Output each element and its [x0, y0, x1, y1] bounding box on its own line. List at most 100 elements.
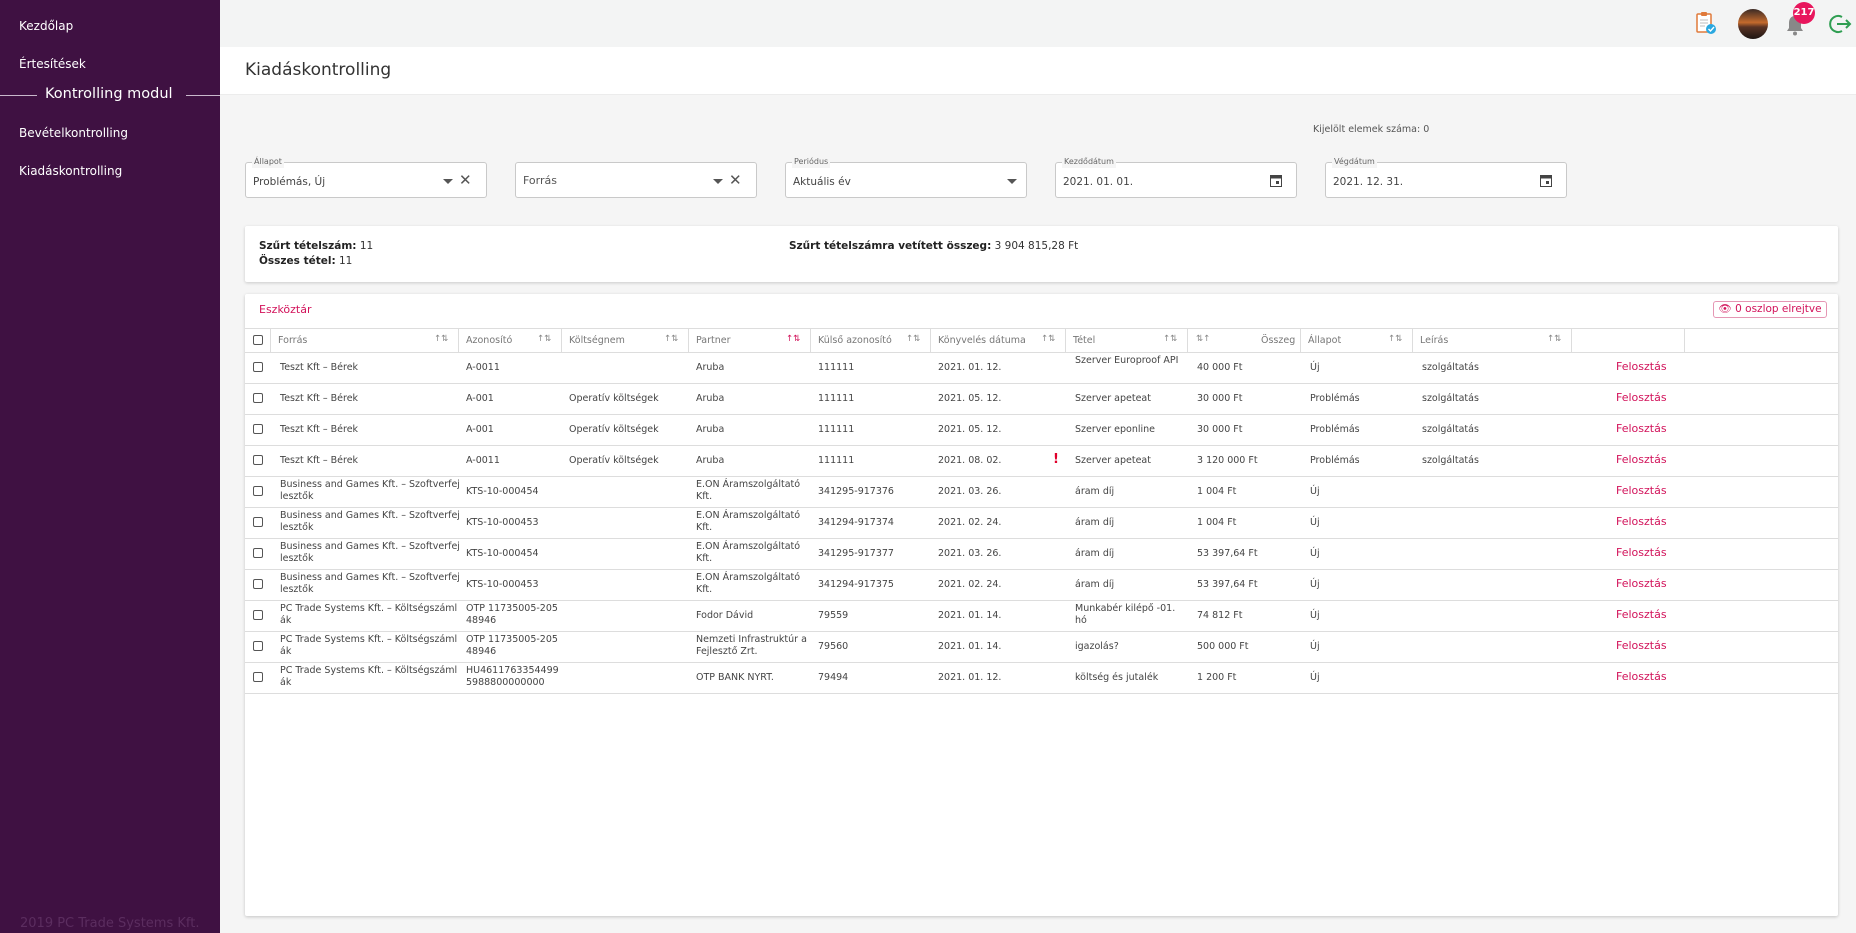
- user-avatar[interactable]: [1738, 9, 1768, 42]
- toolbar-button[interactable]: Eszköztár: [259, 303, 312, 316]
- table-row[interactable]: Business and Games Kft. – Szoftverfejles…: [245, 569, 1838, 601]
- clear-icon[interactable]: ✕: [729, 171, 742, 189]
- calendar-icon[interactable]: [1270, 174, 1282, 190]
- column-header-tetel[interactable]: Tétel ↑⇅: [1066, 329, 1188, 352]
- vegdatum-field[interactable]: Végdátum 2021. 12. 31.: [1325, 156, 1567, 198]
- sidebar-item-ertesitesek[interactable]: Értesítések: [19, 57, 86, 71]
- allapot-select[interactable]: Állapot Problémás, Új ✕: [245, 156, 487, 198]
- table-row[interactable]: PC Trade Systems Kft. – Költségszámlák OT…: [245, 600, 1838, 632]
- sort-icon[interactable]: ↑⇅: [1388, 334, 1402, 344]
- cell-tetel: Szerver apeteat: [1075, 393, 1151, 404]
- cell-allapot: Új: [1310, 672, 1320, 683]
- sidebar-item-bevetelkontrolling[interactable]: Bevételkontrolling: [19, 126, 128, 140]
- row-checkbox[interactable]: [253, 455, 263, 465]
- column-header-leiras[interactable]: Leírás ↑⇅: [1413, 329, 1572, 352]
- column-label: Tétel: [1073, 335, 1096, 346]
- row-checkbox[interactable]: [253, 579, 263, 589]
- table-row[interactable]: Teszt Kft – Bérek A-0011 Aruba 111111 2021. …: [245, 352, 1838, 384]
- chevron-down-icon[interactable]: [443, 179, 453, 184]
- cell-partner: Aruba: [696, 393, 725, 404]
- logout-icon[interactable]: [1828, 13, 1852, 38]
- total-count-label: Összes tétel:: [259, 255, 336, 267]
- sidebar-item-kiadaskontrolling[interactable]: Kiadáskontrolling: [19, 164, 122, 178]
- table-row[interactable]: Teszt Kft – Bérek A-001 Operatív költségek…: [245, 414, 1838, 446]
- cell-partner: OTP BANK NYRT.: [696, 672, 774, 683]
- sort-icon[interactable]: ↑⇅: [1041, 334, 1055, 344]
- felosztas-button[interactable]: Felosztás: [1616, 515, 1667, 528]
- column-header-partner[interactable]: Partner ↑⇅: [689, 329, 811, 352]
- row-checkbox[interactable]: [253, 393, 263, 403]
- kezdodatum-field[interactable]: Kezdődátum 2021. 01. 01.: [1055, 156, 1297, 198]
- table-row[interactable]: Teszt Kft – Bérek A-001 Operatív költségek…: [245, 383, 1838, 415]
- row-checkbox[interactable]: [253, 641, 263, 651]
- row-checkbox[interactable]: [253, 517, 263, 527]
- felosztas-button[interactable]: Felosztás: [1616, 608, 1667, 621]
- table-row[interactable]: PC Trade Systems Kft. – Költségszámlák HU…: [245, 662, 1838, 694]
- cell-koltsegnem: Operatív költségek: [569, 455, 659, 466]
- cell-osszeg: 30 000 Ft: [1197, 424, 1243, 435]
- sort-icon[interactable]: ↑⇅: [664, 334, 678, 344]
- column-label: Leírás: [1420, 335, 1449, 346]
- felosztas-button[interactable]: Felosztás: [1616, 453, 1667, 466]
- cell-azonosito: KTS-10-000454: [466, 486, 539, 497]
- sort-icon[interactable]: ↑⇅: [1547, 334, 1561, 344]
- column-label: Költségnem: [569, 335, 625, 346]
- table-row[interactable]: Business and Games Kft. – Szoftverfejles…: [245, 476, 1838, 508]
- cell-partner: Fodor Dávid: [696, 610, 754, 621]
- column-header-osszeg[interactable]: ⇅↑ Összeg: [1188, 329, 1301, 352]
- felosztas-button[interactable]: Felosztás: [1616, 577, 1667, 590]
- forras-select[interactable]: Forrás ✕: [515, 162, 757, 198]
- felosztas-button[interactable]: Felosztás: [1616, 360, 1667, 373]
- sidebar-item-kezdolap[interactable]: Kezdőlap: [19, 19, 73, 33]
- cell-konyveles-datuma: 2021. 01. 14.: [938, 610, 1002, 621]
- column-header-forras[interactable]: Forrás ↑⇅: [271, 329, 459, 352]
- cell-konyveles-datuma: 2021. 02. 24.: [938, 517, 1002, 528]
- cell-allapot: Új: [1310, 486, 1320, 497]
- sort-icon[interactable]: ↑⇅: [906, 334, 920, 344]
- felosztas-button[interactable]: Felosztás: [1616, 670, 1667, 683]
- chevron-down-icon[interactable]: [1007, 179, 1017, 184]
- felosztas-button[interactable]: Felosztás: [1616, 422, 1667, 435]
- sort-asc-icon[interactable]: ↑⇅: [786, 334, 800, 344]
- table-row[interactable]: Business and Games Kft. – Szoftverfejles…: [245, 538, 1838, 570]
- column-header-konyveles-datuma[interactable]: Könyvelés dátuma ↑⇅: [931, 329, 1066, 352]
- row-checkbox[interactable]: [253, 672, 263, 682]
- sort-icon[interactable]: ↑⇅: [1163, 334, 1177, 344]
- chevron-down-icon[interactable]: [713, 179, 723, 184]
- column-header-koltsegnem[interactable]: Költségnem ↑⇅: [562, 329, 689, 352]
- hidden-columns-button[interactable]: 👁 0 oszlop elrejtve: [1713, 301, 1827, 318]
- cell-koltsegnem: Operatív költségek: [569, 393, 659, 404]
- cell-partner: Nemzeti Infrastruktúr a Fejlesztő Zrt.: [696, 634, 807, 657]
- selected-count: Kijelölt elemek száma: 0: [1313, 124, 1430, 135]
- cell-allapot: Problémás: [1310, 424, 1360, 435]
- column-label: Külső azonosító: [818, 335, 892, 346]
- felosztas-button[interactable]: Felosztás: [1616, 639, 1667, 652]
- periodus-select[interactable]: Periódus Aktuális év: [785, 156, 1027, 198]
- column-header-kulso-azonosito[interactable]: Külső azonosító ↑⇅: [811, 329, 931, 352]
- felosztas-button[interactable]: Felosztás: [1616, 546, 1667, 559]
- page-title: Kiadáskontrolling: [245, 60, 392, 80]
- table-row[interactable]: PC Trade Systems Kft. – Költségszámlák OT…: [245, 631, 1838, 663]
- column-header-azonosito[interactable]: Azonosító ↑⇅: [459, 329, 562, 352]
- sort-icon[interactable]: ↑⇅: [537, 334, 551, 344]
- select-all-checkbox[interactable]: [253, 335, 263, 345]
- calendar-icon[interactable]: [1540, 174, 1552, 190]
- felosztas-button[interactable]: Felosztás: [1616, 391, 1667, 404]
- cell-osszeg: 74 812 Ft: [1197, 610, 1243, 621]
- sort-icon[interactable]: ⇅↑: [1196, 334, 1210, 344]
- cell-konyveles-datuma: 2021. 01. 14.: [938, 641, 1002, 652]
- table-row[interactable]: Teszt Kft – Bérek A-0011 Operatív költsége…: [245, 445, 1838, 477]
- felosztas-button[interactable]: Felosztás: [1616, 484, 1667, 497]
- column-header-allapot[interactable]: Állapot ↑⇅: [1301, 329, 1413, 352]
- cell-forras: PC Trade Systems Kft. – Költségszámlák: [280, 603, 458, 626]
- cell-kulso-azonosito: 79494: [818, 672, 849, 683]
- row-checkbox[interactable]: [253, 424, 263, 434]
- clipboard-check-icon[interactable]: [1695, 11, 1717, 38]
- row-checkbox[interactable]: [253, 610, 263, 620]
- table-row[interactable]: Business and Games Kft. – Szoftverfejles…: [245, 507, 1838, 539]
- row-checkbox[interactable]: [253, 548, 263, 558]
- row-checkbox[interactable]: [253, 486, 263, 496]
- clear-icon[interactable]: ✕: [459, 171, 472, 189]
- sort-icon[interactable]: ↑⇅: [434, 334, 448, 344]
- row-checkbox[interactable]: [253, 362, 263, 372]
